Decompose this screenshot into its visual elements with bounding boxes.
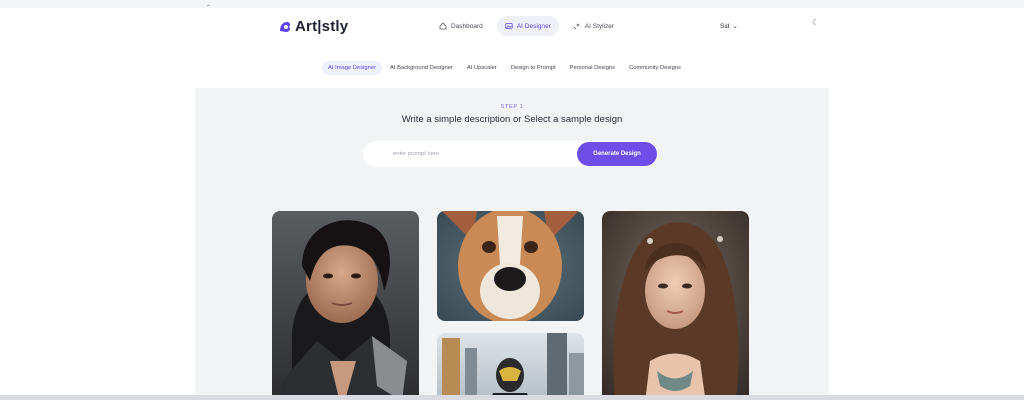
sample-image-man bbox=[272, 211, 419, 400]
sample-card-man[interactable] bbox=[272, 211, 419, 400]
tab-personal-designs[interactable]: Personal Designs bbox=[564, 61, 621, 75]
window-top-edge bbox=[0, 0, 1024, 8]
sample-card-dog[interactable] bbox=[437, 211, 584, 321]
nav-item-label: Dashboard bbox=[451, 22, 483, 30]
user-menu[interactable]: Sid ⌄ bbox=[720, 22, 738, 31]
nav-item-dashboard[interactable]: Dashboard bbox=[431, 16, 491, 36]
tab-ai-image-designer[interactable]: AI Image Designer bbox=[322, 61, 383, 75]
prompt-input[interactable] bbox=[363, 141, 577, 167]
nav-item-label: AI Designer bbox=[516, 22, 551, 30]
bottom-edge bbox=[0, 395, 1024, 400]
sample-card-robot[interactable] bbox=[437, 333, 584, 400]
tab-design-to-prompt[interactable]: Design to Prompt bbox=[505, 61, 562, 75]
tab-ai-background-designer[interactable]: AI Background Designer bbox=[384, 61, 459, 75]
logo-text: Art|stly bbox=[295, 18, 349, 35]
moon-icon[interactable]: ☾ bbox=[812, 18, 819, 27]
nav-item-ai-stylizer[interactable]: AI Stylizer bbox=[565, 16, 622, 36]
nav-item-label: AI Stylizer bbox=[584, 22, 615, 30]
sparkle-icon bbox=[573, 23, 580, 30]
step-title: Write a simple description or Select a s… bbox=[401, 114, 623, 125]
user-name: Sid bbox=[720, 22, 730, 30]
home-icon bbox=[439, 22, 447, 30]
logo-icon bbox=[280, 21, 291, 32]
sample-image-dog bbox=[437, 211, 584, 321]
generate-design-button[interactable]: Generate Design bbox=[577, 142, 657, 166]
nav-item-ai-designer[interactable]: AI Designer bbox=[496, 16, 559, 36]
step-label: STEP 1 bbox=[500, 104, 524, 110]
chevron-down-icon: ⌄ bbox=[732, 23, 738, 30]
sample-card-woman[interactable] bbox=[602, 211, 749, 400]
tab-ai-upscaler[interactable]: AI Upscaler bbox=[461, 61, 503, 75]
sample-image-robot bbox=[437, 333, 584, 400]
sample-image-woman bbox=[602, 211, 749, 400]
app-window: Art|stly Dashboard AI Designer AI Styliz… bbox=[195, 8, 829, 400]
image-icon bbox=[505, 23, 513, 29]
screen: ⌃ Art|stly Dashboard AI Designer AI Styl… bbox=[0, 0, 1024, 400]
logo[interactable]: Art|stly bbox=[278, 18, 348, 35]
designer-panel: STEP 1 Write a simple description or Sel… bbox=[195, 88, 829, 400]
designer-tabs: AI Image Designer AI Background Designer… bbox=[322, 61, 687, 75]
main-nav: Dashboard AI Designer AI Stylizer bbox=[431, 16, 622, 36]
tab-community-designs[interactable]: Community Designs bbox=[623, 61, 687, 75]
prompt-bar: Generate Design bbox=[363, 141, 658, 167]
